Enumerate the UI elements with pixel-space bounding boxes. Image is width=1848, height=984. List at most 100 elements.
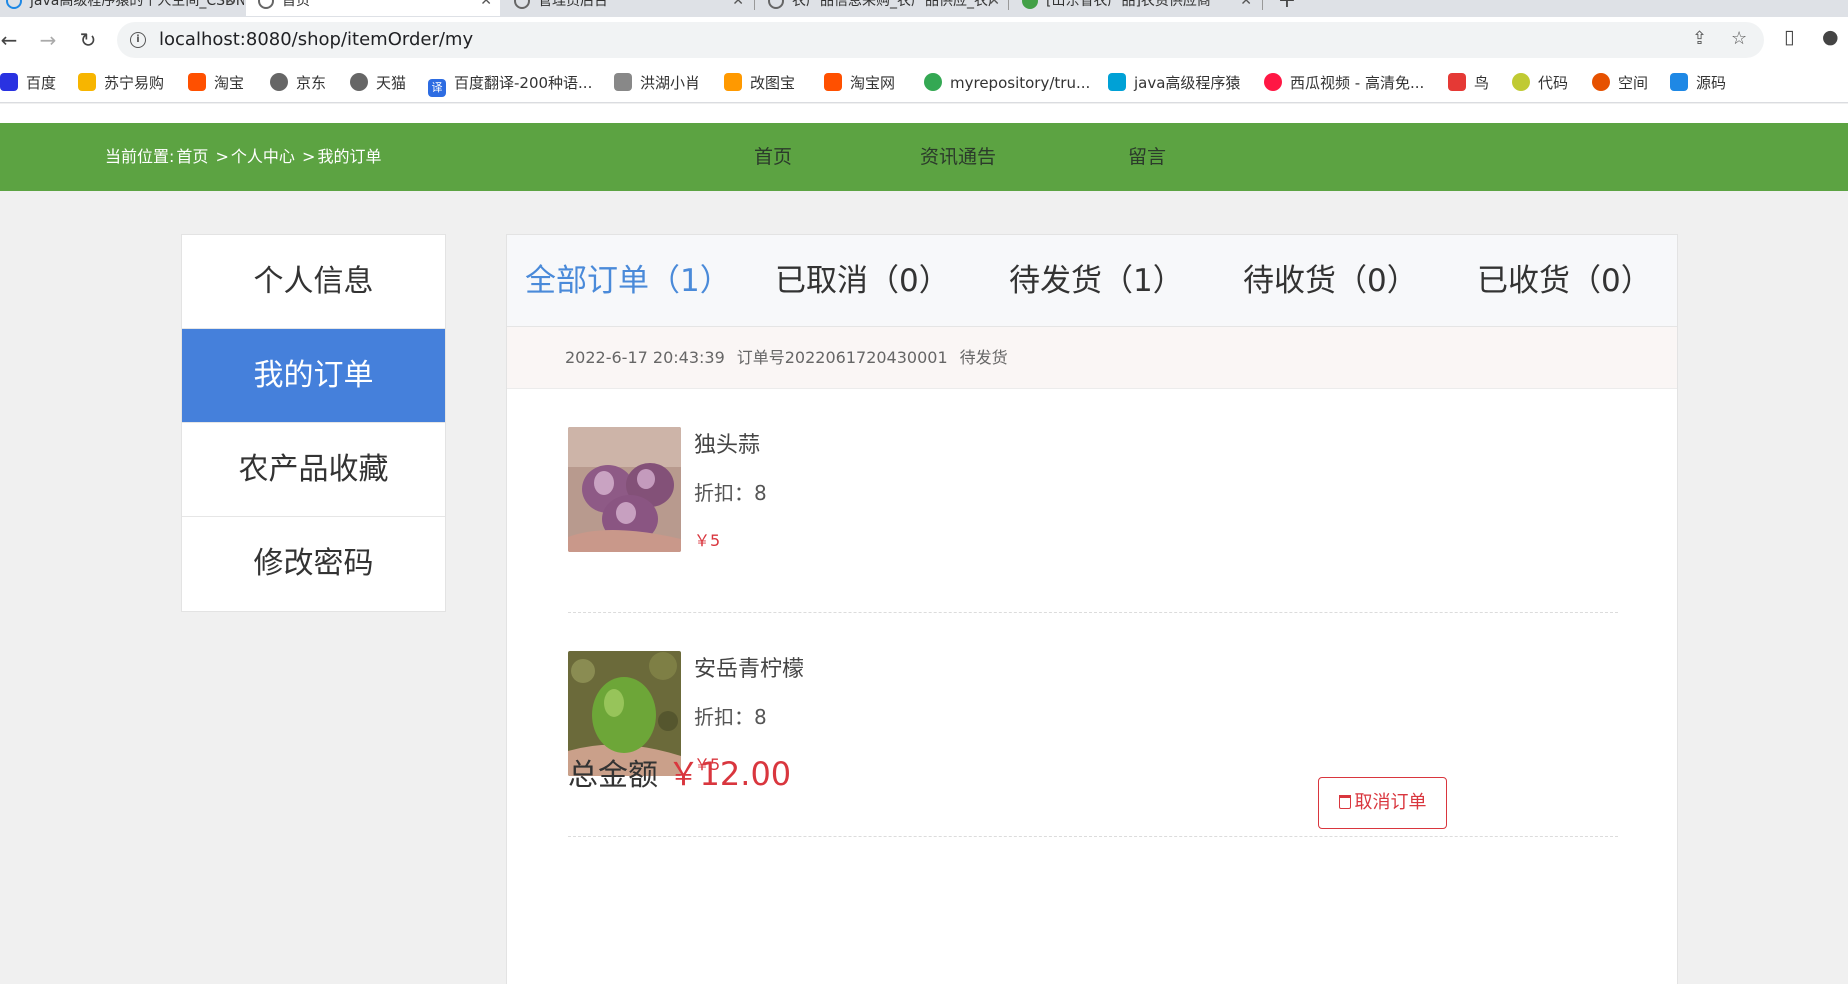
bookmark-label: 苏宁易购: [104, 74, 165, 92]
cancel-order-button[interactable]: 取消订单: [1318, 777, 1447, 829]
star-icon[interactable]: ☆: [1731, 28, 1747, 49]
bookmark-item[interactable]: 鸟: [1448, 71, 1489, 95]
forward-arrow-icon[interactable]: →: [33, 25, 63, 55]
favicon-icon: [1022, 0, 1038, 9]
breadcrumb-home-link[interactable]: 首页: [176, 147, 208, 166]
browser-tab-1[interactable]: java高级程序猿的个人空间_CSDN ✕: [0, 0, 244, 16]
bookmark-icon: [270, 73, 288, 91]
info-icon[interactable]: i: [130, 32, 146, 48]
bookmark-label: 洪湖小肖: [640, 74, 701, 92]
trash-icon: [1338, 795, 1351, 809]
bookmark-item[interactable]: 苏宁易购: [78, 71, 164, 95]
browser-tab-5[interactable]: [山东省农产品]农资供应商 ✕: [1010, 0, 1260, 16]
bookmark-label: 西瓜视频 - 高清免...: [1290, 74, 1425, 92]
tab-received[interactable]: 已收货（0）: [1477, 235, 1652, 327]
bookmark-label: 天猫: [376, 74, 407, 92]
globe-icon: [258, 0, 274, 9]
bookmark-icon: [1264, 73, 1282, 91]
globe-icon: [514, 0, 530, 9]
bookmark-item[interactable]: 淘宝网: [824, 71, 895, 95]
share-icon[interactable]: ⇪: [1692, 28, 1707, 49]
product-discount: 折扣：8: [694, 481, 767, 505]
address-bar[interactable]: i localhost:8080/shop/itemOrder/my ⇪ ☆: [117, 22, 1764, 58]
sidebar-panel-icon[interactable]: ▯: [1784, 26, 1794, 48]
bookmark-item[interactable]: 源码: [1670, 71, 1726, 95]
bookmark-label: 百度翻译-200种语...: [454, 74, 593, 92]
tab-separator: [754, 0, 755, 10]
bookmark-item[interactable]: 淘宝: [188, 71, 244, 95]
bookmark-label: 鸟: [1474, 74, 1490, 92]
bookmark-item[interactable]: 京东: [270, 71, 326, 95]
bookmark-label: java高级程序猿: [1134, 74, 1241, 92]
tab-cancelled[interactable]: 已取消（0）: [775, 235, 950, 327]
bookmark-item[interactable]: 天猫: [350, 71, 406, 95]
order-tabs: 全部订单（1） 已取消（0） 待发货（1） 待收货（0） 已收货（0）: [507, 235, 1677, 327]
bookmark-item[interactable]: 代码: [1512, 71, 1568, 95]
order-status: 待发货: [959, 348, 1008, 367]
bookmark-item[interactable]: 洪湖小肖: [614, 71, 700, 95]
back-arrow-icon[interactable]: ←: [0, 25, 24, 55]
breadcrumb-separator: >: [296, 147, 316, 166]
nav-news[interactable]: 资讯通告: [920, 123, 996, 191]
browser-tab-title: 管理员后台: [538, 0, 608, 9]
reload-icon[interactable]: ↻: [73, 25, 103, 55]
breadcrumb-separator: >: [210, 147, 229, 166]
close-icon[interactable]: ✕: [732, 0, 744, 16]
product-discount: 折扣：8: [694, 705, 767, 729]
sidebar-item-favorites[interactable]: 农产品收藏: [182, 423, 445, 517]
order-header: 2022-6-17 20:43:39 订单号2022061720430001 待发货: [507, 327, 1677, 389]
bookmark-label: 空间: [1618, 74, 1649, 92]
total-amount: ￥12.00: [667, 755, 792, 793]
site-header: 当前位置: 首页 > 个人中心 > 我的订单 首页 资讯通告 留言: [0, 123, 1848, 191]
browser-tab-3[interactable]: 管理员后台 ✕: [502, 0, 752, 16]
bookmark-item[interactable]: 改图宝: [724, 71, 795, 95]
nav-home[interactable]: 首页: [754, 123, 792, 191]
breadcrumb: 当前位置: 首页 > 个人中心 > 我的订单: [105, 123, 383, 191]
product-image-garlic[interactable]: [568, 427, 681, 552]
bookmark-item[interactable]: java高级程序猿: [1108, 71, 1240, 95]
bookmark-icon: [78, 73, 96, 91]
bookmark-icon: 译: [428, 79, 446, 97]
product-name[interactable]: 独头蒜: [694, 427, 760, 459]
bookmark-item[interactable]: myrepository/tru...: [924, 71, 1090, 95]
order-item: 安岳青柠檬 折扣：8 ￥5: [568, 613, 1618, 837]
order-item: 独头蒜 折扣：8 ￥5: [568, 389, 1618, 613]
product-name[interactable]: 安岳青柠檬: [694, 651, 804, 683]
tab-all-orders[interactable]: 全部订单（1）: [525, 235, 731, 327]
sidebar-item-orders[interactable]: 我的订单: [182, 329, 445, 423]
bookmark-item[interactable]: 译百度翻译-200种语...: [428, 71, 593, 97]
bookmark-icon: [350, 73, 368, 91]
breadcrumb-center-link[interactable]: 个人中心: [231, 147, 295, 166]
tab-pending-shipment[interactable]: 待发货（1）: [1009, 235, 1184, 327]
bookmark-item[interactable]: 空间: [1592, 71, 1648, 95]
breadcrumb-current: 我的订单: [317, 147, 382, 166]
sidebar-item-profile[interactable]: 个人信息: [182, 235, 445, 329]
close-icon[interactable]: ✕: [224, 0, 236, 16]
new-tab-icon[interactable]: +: [1272, 0, 1302, 16]
profile-avatar-icon[interactable]: ●: [1822, 26, 1839, 48]
bookmark-icon: [924, 73, 942, 91]
bookmark-icon: [614, 73, 632, 91]
breadcrumb-prefix: 当前位置:: [105, 147, 175, 166]
browser-tab-title: 农产品信息采购_农产品供应_农产: [792, 0, 1002, 9]
tab-pending-receipt[interactable]: 待收货（0）: [1243, 235, 1418, 327]
browser-tab-2[interactable]: 首页 ✕: [246, 0, 500, 16]
bookmarks-bar: 百度 苏宁易购 淘宝 京东 天猫 译百度翻译-200种语... 洪湖小肖 改图宝…: [0, 63, 1848, 103]
browser-tab-4[interactable]: 农产品信息采购_农产品供应_农产 ✕: [756, 0, 1008, 16]
close-icon[interactable]: ✕: [988, 0, 1000, 16]
total-label: 总金额: [568, 758, 658, 793]
browser-tabstrip: java高级程序猿的个人空间_CSDN ✕ 首页 ✕ 管理员后台 ✕ 农产品信息…: [0, 0, 1848, 17]
browser-toolbar: ← → ↻ i localhost:8080/shop/itemOrder/my…: [0, 17, 1848, 63]
browser-tab-title: [山东省农产品]农资供应商: [1046, 0, 1211, 9]
sidebar-item-password[interactable]: 修改密码: [182, 517, 445, 611]
close-icon[interactable]: ✕: [480, 0, 492, 16]
nav-message[interactable]: 留言: [1128, 123, 1166, 191]
order-total: 总金额 ￥12.00: [568, 749, 791, 795]
close-icon[interactable]: ✕: [1240, 0, 1252, 16]
bookmark-item[interactable]: 百度: [0, 71, 56, 95]
bookmark-icon: [0, 73, 18, 91]
bookmark-item[interactable]: 西瓜视频 - 高清免...: [1264, 71, 1424, 95]
page-top-strip: [0, 104, 1848, 123]
bookmark-label: 源码: [1696, 74, 1727, 92]
url-text: localhost:8080/shop/itemOrder/my: [159, 29, 474, 50]
